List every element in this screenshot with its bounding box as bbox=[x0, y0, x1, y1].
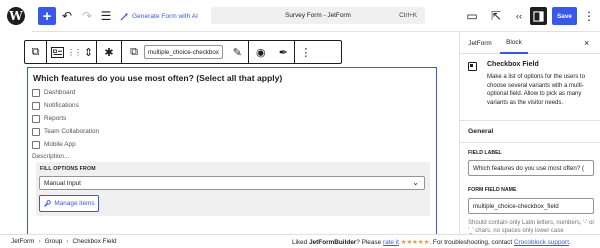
checkbox-icon[interactable] bbox=[32, 101, 40, 110]
drag-handle-icon[interactable]: ⋮⋮ bbox=[67, 41, 82, 63]
chevron-down-icon: ⌄ bbox=[412, 178, 419, 187]
external-link-icon[interactable]: ⇱ bbox=[488, 7, 504, 25]
checkbox-icon[interactable] bbox=[32, 114, 40, 123]
checkbox-option[interactable]: Reports bbox=[32, 114, 66, 123]
generate-form-ai-button[interactable]: Generate Form with AI bbox=[120, 7, 202, 25]
undo-icon[interactable]: ↶ bbox=[60, 7, 74, 25]
jetform-icon[interactable]: ‹‹ bbox=[511, 7, 527, 25]
fill-options-label: FILL OPTIONS FROM bbox=[40, 166, 96, 172]
add-block-button[interactable]: + bbox=[38, 7, 56, 25]
promo-text: ? Please bbox=[356, 239, 383, 246]
block-options-icon[interactable]: ⋮ bbox=[295, 41, 317, 63]
checkbox-block-icon bbox=[468, 62, 477, 71]
field-label-heading: FIELD LABEL bbox=[468, 150, 502, 156]
sidebar-tabs: JetForm Block × bbox=[460, 33, 600, 54]
field-name-help-text: Should contain only Latin letters, numbe… bbox=[468, 220, 595, 234]
list-view-icon[interactable]: ☰ bbox=[99, 7, 113, 25]
support-link[interactable]: Crocoblock support bbox=[514, 239, 569, 246]
promo-text: . For troubleshooting, contact bbox=[429, 239, 514, 246]
wordpress-icon: W bbox=[7, 7, 25, 25]
checkbox-icon[interactable] bbox=[32, 140, 40, 149]
field-question[interactable]: Which features do you use most often? (S… bbox=[33, 73, 282, 83]
promo-brand: JetFormBuilder bbox=[309, 239, 357, 246]
block-toolbar: ⧉ ⋮⋮ ⇕ ✱ ⧉ multiple_choice-checkbox ✎ ◉ … bbox=[24, 40, 342, 64]
description-placeholder[interactable]: Description... bbox=[32, 153, 69, 160]
save-button[interactable]: Save bbox=[552, 7, 577, 25]
form-field-name-heading: FORM FIELD NAME bbox=[468, 187, 517, 193]
view-icon[interactable]: ▭ bbox=[464, 7, 480, 25]
promo-text: Liked bbox=[292, 239, 310, 246]
fill-options-panel: FILL OPTIONS FROM Manual Input ⌄ Manage … bbox=[36, 162, 430, 216]
breadcrumb-item[interactable]: Group bbox=[45, 238, 63, 245]
checkbox-option[interactable]: Dashboard bbox=[32, 88, 75, 97]
wrench-icon bbox=[44, 199, 52, 207]
move-up-down-icon[interactable]: ⇕ bbox=[81, 41, 97, 63]
divider bbox=[460, 120, 600, 121]
checkbox-field-block[interactable]: Which features do you use most often? (S… bbox=[27, 67, 437, 248]
option-label: Mobile App bbox=[44, 141, 76, 148]
style-brush-icon[interactable]: ✒ bbox=[273, 41, 295, 63]
checkbox-icon[interactable] bbox=[32, 88, 40, 97]
editor-footer: JetForm › Group › Checkbox Field Liked J… bbox=[0, 234, 600, 248]
option-label: Notifications bbox=[44, 102, 79, 109]
rating-stars-icon: ★★★★★ bbox=[398, 239, 430, 246]
manage-items-button[interactable]: Manage items bbox=[39, 195, 99, 212]
general-panel-heading[interactable]: General bbox=[468, 128, 493, 135]
editor-canvas: ⧉ ⋮⋮ ⇕ ✱ ⧉ multiple_choice-checkbox ✎ ◉ … bbox=[0, 33, 459, 248]
breadcrumb-item[interactable]: JetForm bbox=[11, 238, 34, 245]
option-label: Dashboard bbox=[44, 89, 76, 96]
document-title-bar[interactable]: Survey Form - JetForm Ctrl+K bbox=[211, 7, 425, 24]
breadcrumb-separator: › bbox=[66, 238, 69, 245]
field-label-input[interactable]: Which features do you use most often? ( bbox=[468, 160, 594, 176]
divider bbox=[460, 142, 600, 143]
checkbox-option[interactable]: Notifications bbox=[32, 101, 79, 110]
editor-top-bar: W + ↶ ↷ ☰ Generate Form with AI Survey F… bbox=[0, 0, 600, 32]
fill-options-value: Manual Input bbox=[44, 179, 81, 187]
settings-sidebar-toggle[interactable] bbox=[530, 7, 547, 25]
checkbox-icon[interactable] bbox=[32, 127, 40, 136]
field-name-display: multiple_choice-checkbox bbox=[144, 45, 223, 59]
edit-field-name-icon[interactable]: ✎ bbox=[227, 41, 249, 63]
select-parent-icon[interactable]: ⧉ bbox=[25, 41, 47, 63]
document-title: Survey Form - JetForm bbox=[285, 12, 351, 19]
form-field-name-input[interactable]: multiple_choice-checkbox_field bbox=[468, 198, 594, 214]
block-card-description: Make a list of options for the users to … bbox=[487, 74, 586, 106]
close-icon[interactable]: × bbox=[584, 38, 589, 48]
block-card-title: Checkbox Field bbox=[487, 61, 539, 68]
generate-form-label: Generate Form with AI bbox=[132, 12, 198, 20]
sidebar-icon bbox=[533, 10, 544, 22]
footer-promo: Liked JetFormBuilder? Please rate it ★★★… bbox=[292, 238, 571, 246]
block-type-icon[interactable] bbox=[47, 41, 67, 63]
command-shortcut: Ctrl+K bbox=[399, 12, 417, 19]
checkbox-option[interactable]: Team Collaboration bbox=[32, 127, 99, 136]
fill-options-select[interactable]: Manual Input ⌄ bbox=[39, 176, 425, 190]
breadcrumb-item[interactable]: Checkbox Field bbox=[72, 238, 116, 245]
options-menu-icon[interactable]: ⋮ bbox=[583, 7, 595, 25]
rate-it-link[interactable]: rate it bbox=[383, 239, 399, 246]
redo-icon[interactable]: ↷ bbox=[80, 7, 94, 25]
visibility-icon[interactable]: ◉ bbox=[249, 41, 273, 63]
option-label: Team Collaboration bbox=[44, 128, 100, 135]
breadcrumb: JetForm › Group › Checkbox Field bbox=[11, 238, 117, 245]
checkbox-option[interactable]: Mobile App bbox=[32, 140, 76, 149]
manage-items-label: Manage items bbox=[54, 200, 95, 207]
settings-sidebar: JetForm Block × Checkbox Field Make a li… bbox=[459, 33, 600, 234]
promo-text: . bbox=[568, 239, 571, 246]
tab-jetform[interactable]: JetForm bbox=[464, 33, 496, 54]
wordpress-logo-button[interactable]: W bbox=[0, 0, 32, 32]
copy-icon[interactable]: ⧉ bbox=[122, 41, 140, 63]
required-asterisk-icon[interactable]: ✱ bbox=[97, 41, 122, 63]
option-label: Reports bbox=[44, 115, 67, 122]
tab-block[interactable]: Block bbox=[500, 33, 528, 54]
magic-wand-icon bbox=[120, 11, 129, 21]
breadcrumb-separator: › bbox=[38, 238, 41, 245]
